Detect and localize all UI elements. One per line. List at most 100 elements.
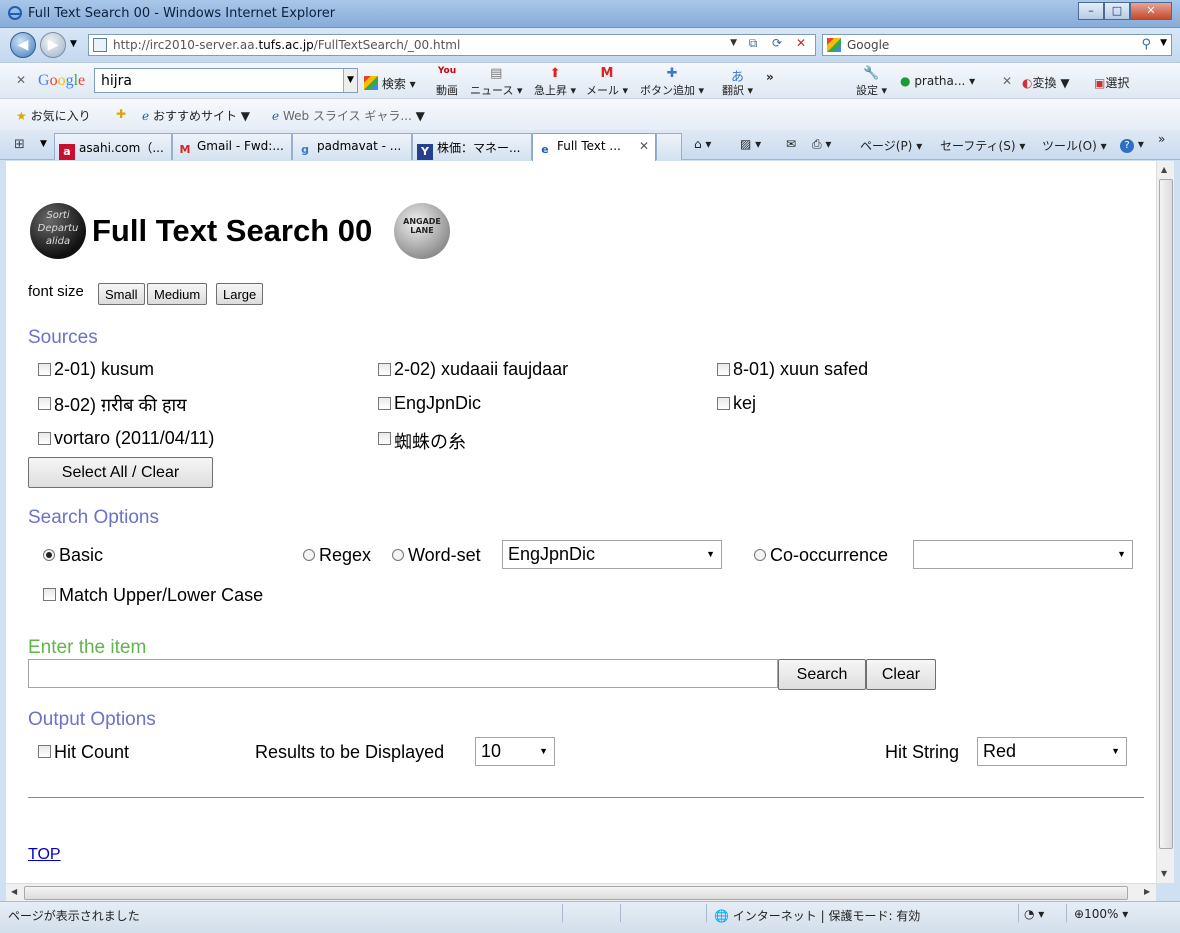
forward-button[interactable]: ▶ [40,32,66,58]
close-toolbar-icon[interactable]: ✕ [16,73,26,87]
close-toolbar2-icon[interactable]: ✕ [1002,74,1012,88]
scroll-left-icon[interactable]: ◀ [11,887,17,896]
tab-padmavat[interactable]: g padmavat - ... [292,133,412,160]
page-content: Sorti Departu alida Full Text Search 00 … [6,161,1156,883]
web-slice-gallery[interactable]: ℯ Web スライス ギャラ... ▼ [272,107,425,124]
page-title: Full Text Search 00 [92,213,373,248]
translate-icon: あ [731,70,745,85]
print-icon[interactable]: ⎙ ▾ [812,137,831,152]
suggested-sites[interactable]: ℯ おすすめサイト ▼ [142,107,250,124]
scroll-right-icon[interactable]: ▶ [1144,887,1150,896]
google-search-input[interactable]: hijra ▼ [94,68,358,93]
zoom-control[interactable]: ⊕100% ▾ [1074,907,1128,921]
tb-mail[interactable]: M メール ▾ [586,66,628,98]
cooccurrence-select[interactable]: ▼ [913,540,1133,569]
source-checkbox[interactable] [38,363,51,376]
yahoo-icon: Y [417,144,433,160]
tab-full-text[interactable]: e Full Text ... ✕ [532,133,656,161]
horizontal-scroll-thumb[interactable] [24,886,1128,900]
page-menu[interactable]: ページ(P) ▾ [860,137,922,154]
tab-gmail[interactable]: M Gmail - Fwd:... [172,133,292,160]
query-dropdown-icon[interactable]: ▼ [343,69,357,92]
address-dropdown-icon[interactable]: ▼ [730,38,737,48]
tab-list-icon[interactable]: ▼ [40,139,47,149]
tb-profile[interactable]: ● pratha... ▾ [900,74,975,88]
wordset-select[interactable]: EngJpnDic ▼ [502,540,722,569]
close-tab-icon[interactable]: ✕ [639,139,649,153]
clear-button[interactable]: Clear [866,659,936,690]
asahi-icon: a [59,144,75,160]
tab-asahi[interactable]: a asahi.com（... [54,133,172,160]
tb-select[interactable]: ▣選択 [1094,74,1129,91]
horizontal-scrollbar[interactable]: ◀ ▶ [6,883,1156,901]
vertical-scroll-thumb[interactable] [1159,179,1173,849]
convert-icon: ◐ [1022,76,1033,90]
favorites-bar: ★ お気に入り ✚ ℯ おすすめサイト ▼ ℯ Web スライス ギャラ... … [0,98,1180,130]
tb-add-button[interactable]: ✚ ボタン追加 ▾ [640,66,704,98]
maximize-button[interactable]: □ [1104,2,1130,20]
compat-view-icon[interactable]: ⧉ [743,36,763,54]
tb-trends[interactable]: ⬆ 急上昇 ▾ [534,66,576,98]
feeds-icon[interactable]: ▨ ▾ [740,137,761,151]
match-case-checkbox[interactable] [43,588,56,601]
results-count-select[interactable]: 10 ▼ [475,737,555,766]
source-checkbox[interactable] [717,363,730,376]
select-icon: ▣ [1094,76,1106,90]
font-small-button[interactable]: Small [98,283,145,305]
top-link[interactable]: TOP [28,846,61,864]
tb-settings[interactable]: 🔧 設定 ▾ [856,66,887,98]
scroll-up-icon[interactable]: ▲ [1161,165,1167,174]
select-all-clear-button[interactable]: Select All / Clear [28,457,213,488]
search-button[interactable]: Search [778,659,866,690]
vertical-scrollbar[interactable]: ▲ ▼ [1156,161,1174,883]
refresh-icon[interactable]: ⟳ [767,36,787,54]
stop-icon[interactable]: ✕ [791,36,811,54]
more-commands-icon[interactable]: » [1158,132,1165,146]
search-options-heading: Search Options [28,507,159,528]
font-medium-button[interactable]: Medium [147,283,208,305]
google-search-button[interactable]: 検索 ▾ [364,74,416,92]
home-icon[interactable]: ⌂ ▾ [694,137,711,151]
minimize-button[interactable]: – [1078,2,1104,20]
basic-radio[interactable] [43,549,55,561]
search-dropdown-icon[interactable]: ▼ [1160,38,1167,48]
browser-search-field[interactable]: Google ⚲ ▼ [822,34,1172,56]
source-checkbox[interactable] [378,432,391,445]
source-checkbox[interactable] [717,397,730,410]
quick-tabs-icon[interactable]: ⊞ [14,137,25,152]
tb-translate[interactable]: あ翻訳 ▾ [722,66,753,98]
back-button[interactable]: ◀ [10,32,36,58]
regex-radio[interactable] [303,549,315,561]
tb-convert[interactable]: ◐変換 ▼ [1022,74,1070,91]
protected-mode-icon[interactable]: ◔ ▾ [1024,907,1044,921]
tb-video[interactable]: You 動画 [436,66,458,98]
cooccurrence-radio[interactable] [754,549,766,561]
scroll-down-icon[interactable]: ▼ [1161,869,1167,878]
tab-stocks[interactable]: Y 株価：マネー... [412,133,532,160]
source-checkbox[interactable] [378,363,391,376]
basic-label: Basic [59,545,104,565]
hit-string-label: Hit String [885,742,960,762]
search-icon[interactable]: ⚲ [1141,37,1151,52]
tools-menu[interactable]: ツール(O) ▾ [1042,137,1107,154]
close-window-button[interactable]: ✕ [1130,2,1172,20]
help-icon[interactable]: ? ▾ [1120,137,1144,153]
source-checkbox[interactable] [38,397,51,410]
history-dropdown-icon[interactable]: ▼ [70,39,77,49]
source-checkbox[interactable] [378,397,391,410]
search-item-input[interactable] [28,659,778,688]
hit-count-checkbox[interactable] [38,745,51,758]
address-field[interactable]: http://irc2010-server.aa.tufs.ac.jp/Full… [88,34,816,56]
wordset-radio[interactable] [392,549,404,561]
mail-icon[interactable]: ✉ [786,137,796,151]
tb-news[interactable]: ▤ ニュース ▾ [470,66,522,98]
more-chevron-icon[interactable]: » [766,70,774,84]
add-favorite-icon[interactable]: ✚ [116,107,126,121]
new-tab-button[interactable] [656,133,682,160]
hit-string-select[interactable]: Red ▼ [977,737,1127,766]
favorites-button[interactable]: ★ お気に入り [16,107,91,124]
safety-menu[interactable]: セーフティ(S) ▾ [940,137,1025,154]
sources-heading: Sources [28,327,98,348]
source-checkbox[interactable] [38,432,51,445]
font-large-button[interactable]: Large [216,283,264,305]
